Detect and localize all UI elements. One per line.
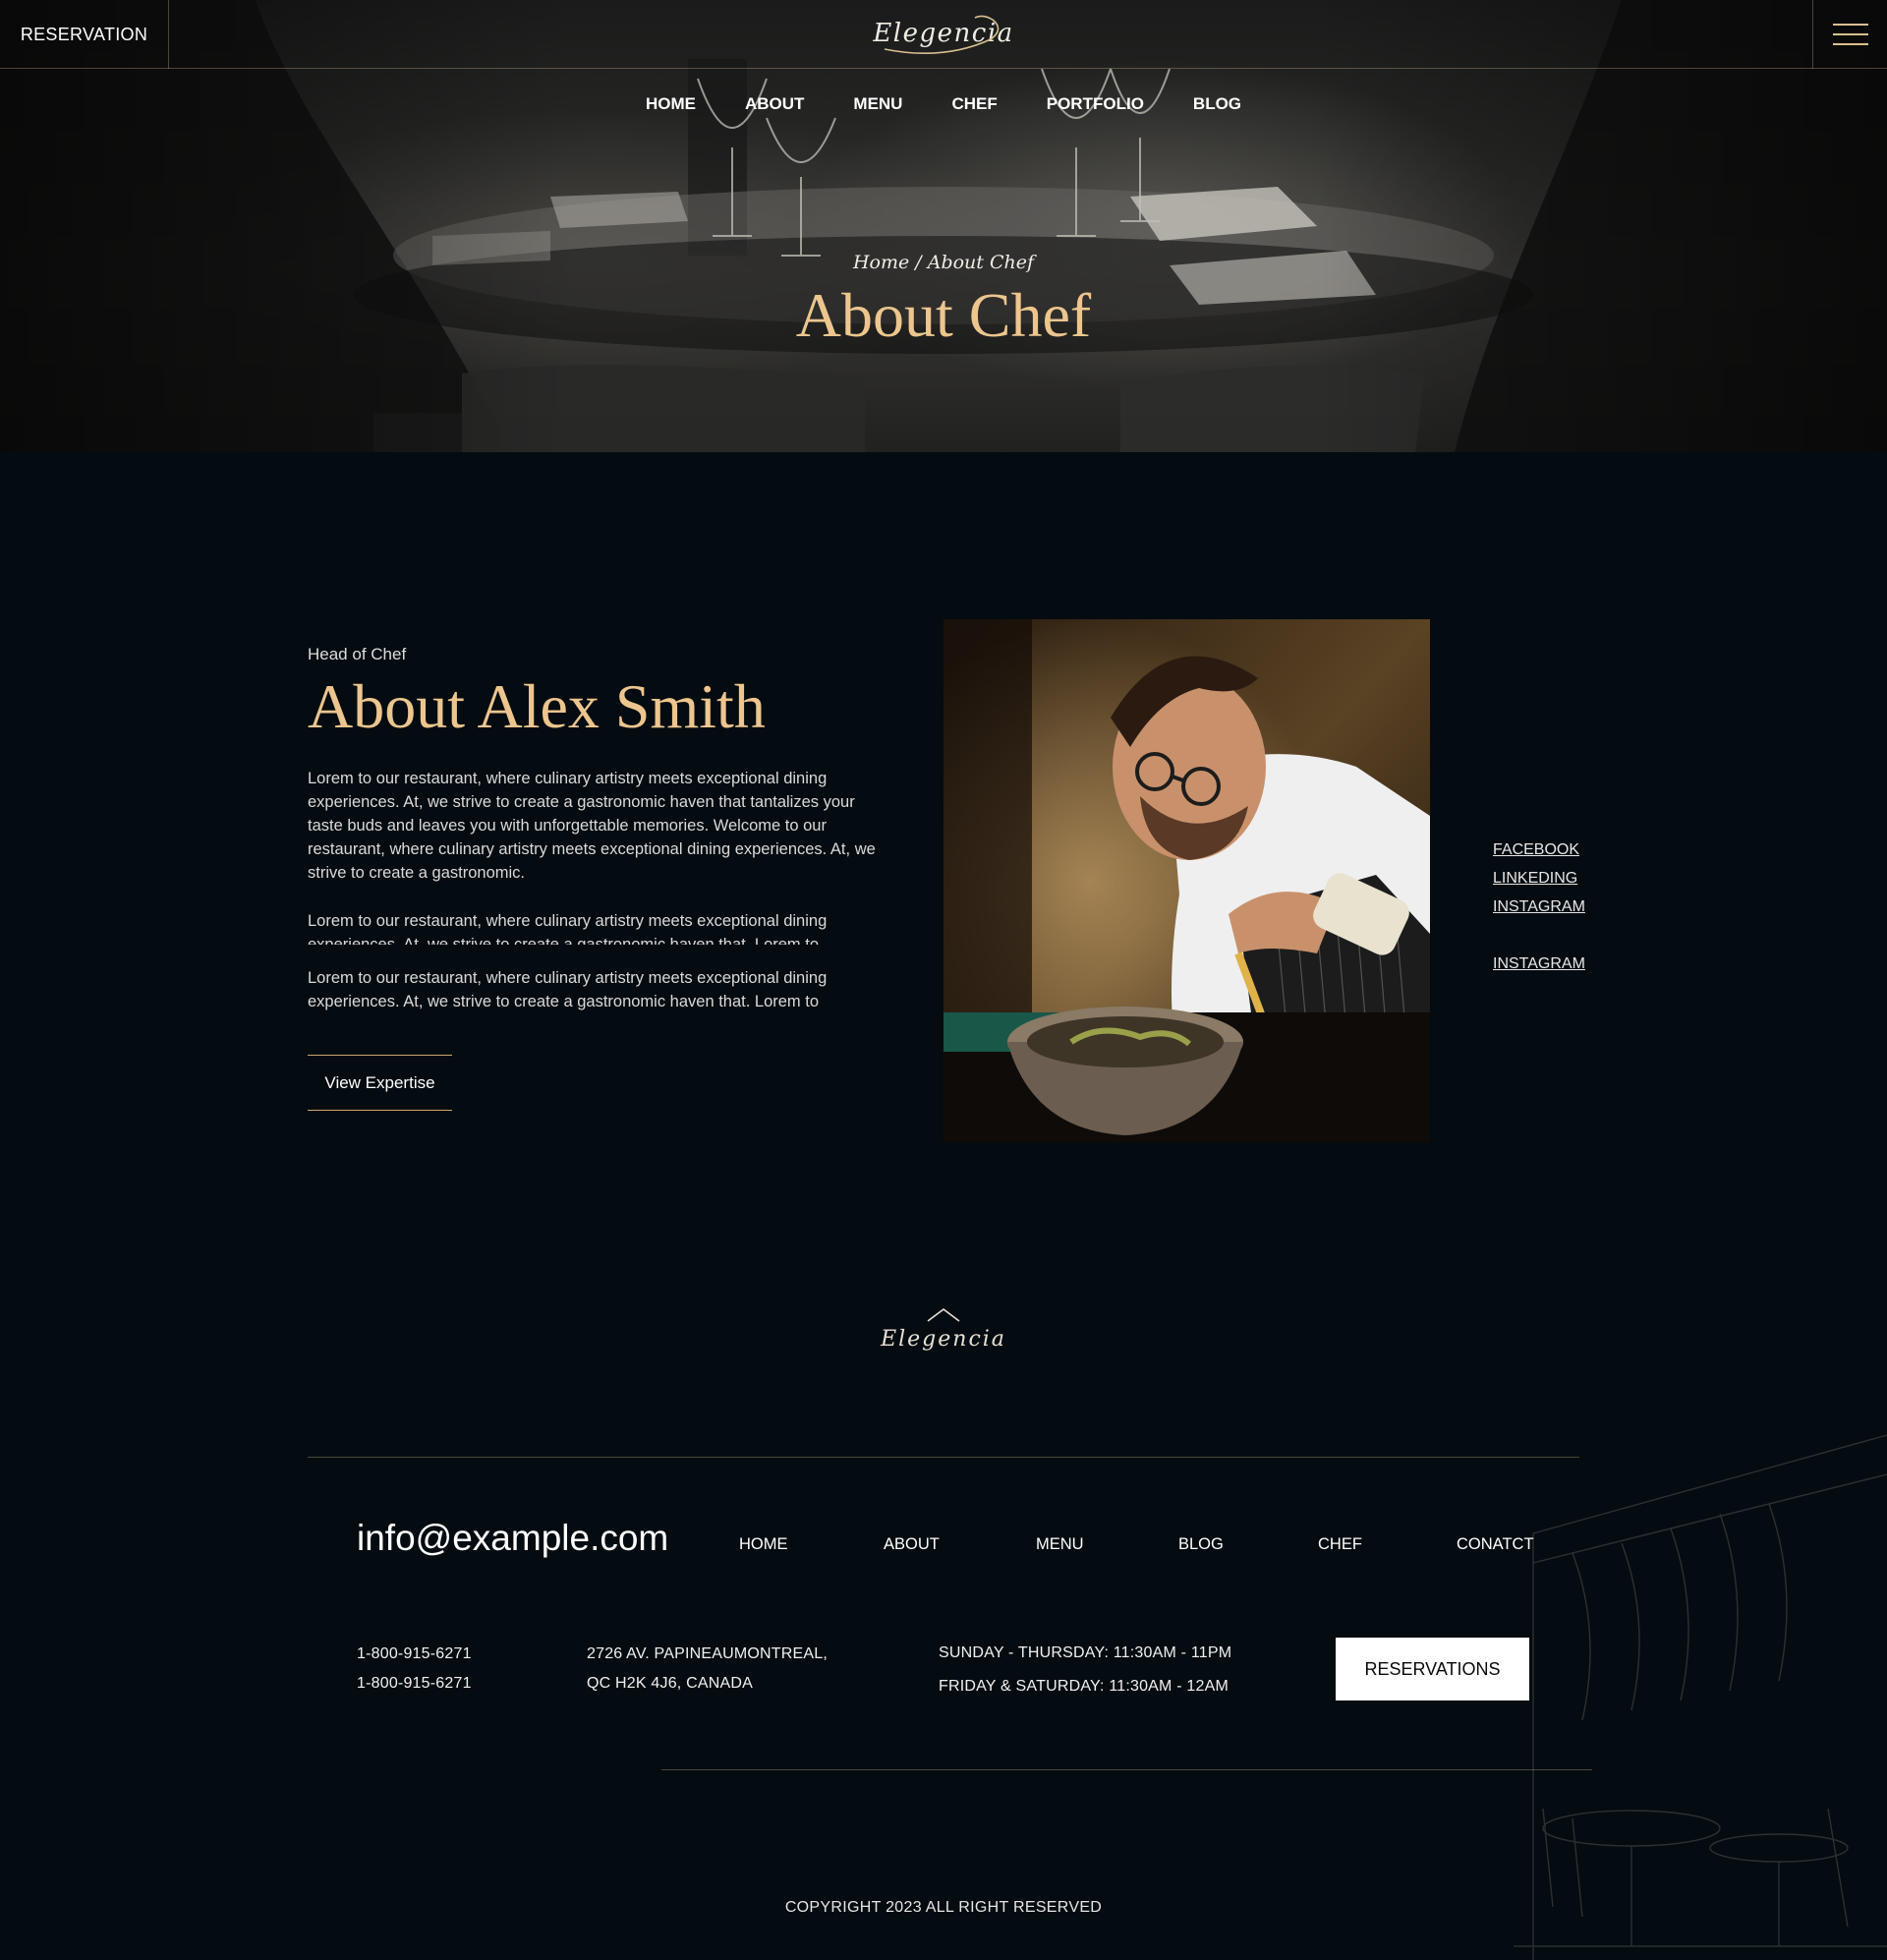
phone-number-2[interactable]: 1-800-915-6271	[357, 1669, 472, 1699]
about-chef-section: Head of Chef About Alex Smith Lorem to o…	[0, 452, 1887, 1239]
instagram-link[interactable]: INSTAGRAM	[1493, 893, 1585, 921]
site-logo[interactable]: Elegencia	[865, 6, 1022, 61]
footer-nav-home[interactable]: HOME	[739, 1535, 788, 1554]
hero-banner: RESERVATION Elegencia HOME ABOUT MENU CH…	[0, 0, 1887, 452]
address: 2726 AV. PAPINEAUMONTREAL, QC H2K 4J6, C…	[587, 1640, 828, 1699]
reservations-button[interactable]: RESERVATIONS	[1336, 1638, 1529, 1701]
hamburger-menu-icon[interactable]	[1812, 0, 1887, 69]
nav-home[interactable]: HOME	[646, 94, 696, 114]
main-nav: HOME ABOUT MENU CHEF PORTFOLIO BLOG	[0, 94, 1887, 114]
social-links: FACEBOOK LINKEDING INSTAGRAM INSTAGRAM	[1493, 836, 1585, 978]
chef-photo	[944, 619, 1430, 1142]
copyright-text: COPYRIGHT 2023 ALL RIGHT RESERVED	[784, 1899, 1103, 1916]
logo-swash-icon	[884, 15, 1000, 55]
nav-portfolio[interactable]: PORTFOLIO	[1047, 94, 1144, 114]
nav-chef[interactable]: CHEF	[951, 94, 997, 114]
footer-nav-contact[interactable]: CONATCT	[1457, 1535, 1534, 1554]
footer-nav-about[interactable]: ABOUT	[884, 1535, 940, 1554]
view-expertise-button[interactable]: View Expertise	[308, 1055, 452, 1111]
nav-menu[interactable]: MENU	[853, 94, 902, 114]
phone-number-1[interactable]: 1-800-915-6271	[357, 1640, 472, 1669]
nav-about[interactable]: ABOUT	[745, 94, 804, 114]
linkedin-link[interactable]: LINKEDING	[1493, 864, 1585, 893]
section-subtitle: Head of Chef	[308, 645, 407, 663]
hours-weekdays: SUNDAY - THURSDAY: 11:30AM - 11PM	[939, 1644, 1232, 1661]
facebook-link[interactable]: FACEBOOK	[1493, 836, 1585, 864]
top-bar: RESERVATION Elegencia	[0, 0, 1887, 69]
phone-numbers: 1-800-915-6271 1-800-915-6271	[357, 1640, 472, 1699]
site-footer: Elegencia info@example.com HOME ABOUT ME…	[0, 1239, 1887, 1960]
footer-divider-2	[661, 1769, 1592, 1770]
breadcrumb[interactable]: Home / About Chef	[0, 252, 1887, 273]
about-paragraph-3: Lorem to our restaurant, where culinary …	[308, 969, 828, 1010]
instagram-link-2[interactable]: INSTAGRAM	[1493, 950, 1585, 978]
nav-blog[interactable]: BLOG	[1193, 94, 1241, 114]
address-line-2: QC H2K 4J6, CANADA	[587, 1675, 753, 1692]
footer-email[interactable]: info@example.com	[357, 1518, 668, 1559]
opening-hours: SUNDAY - THURSDAY: 11:30AM - 11PM FRIDAY…	[939, 1637, 1231, 1703]
reservation-link[interactable]: RESERVATION	[0, 0, 169, 69]
restaurant-sketch-illustration	[1514, 1434, 1887, 1960]
page-title: About Chef	[795, 280, 1092, 350]
about-paragraph-1: Lorem to our restaurant, where culinary …	[308, 770, 876, 882]
address-line-1: 2726 AV. PAPINEAUMONTREAL,	[587, 1645, 829, 1662]
hours-weekend: FRIDAY & SATURDAY: 11:30AM - 12AM	[939, 1678, 1229, 1695]
footer-divider	[308, 1457, 1579, 1458]
footer-nav-menu[interactable]: MENU	[1036, 1535, 1084, 1554]
scroll-top-chevron-icon[interactable]	[926, 1307, 961, 1323]
footer-nav-blog[interactable]: BLOG	[1178, 1535, 1224, 1554]
footer-nav-chef[interactable]: CHEF	[1318, 1535, 1362, 1554]
footer-logo[interactable]: Elegencia	[0, 1327, 1887, 1352]
about-paragraph-2: Lorem to our restaurant, where culinary …	[308, 912, 828, 945]
section-title: About Alex Smith	[308, 671, 766, 741]
